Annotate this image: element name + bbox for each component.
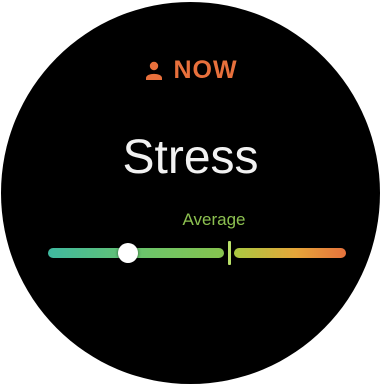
stress-level-label: Average	[182, 210, 246, 229]
person-icon	[146, 61, 163, 80]
gauge-average-marker	[228, 241, 231, 265]
page-title: Stress	[122, 131, 259, 184]
stress-gauge	[48, 241, 346, 265]
gauge-current-indicator	[118, 243, 138, 263]
now-label: NOW	[173, 56, 238, 84]
gauge-track-high	[234, 248, 346, 258]
watch-screen: NOW Stress Average	[1, 2, 380, 384]
now-header: NOW	[1, 53, 380, 87]
